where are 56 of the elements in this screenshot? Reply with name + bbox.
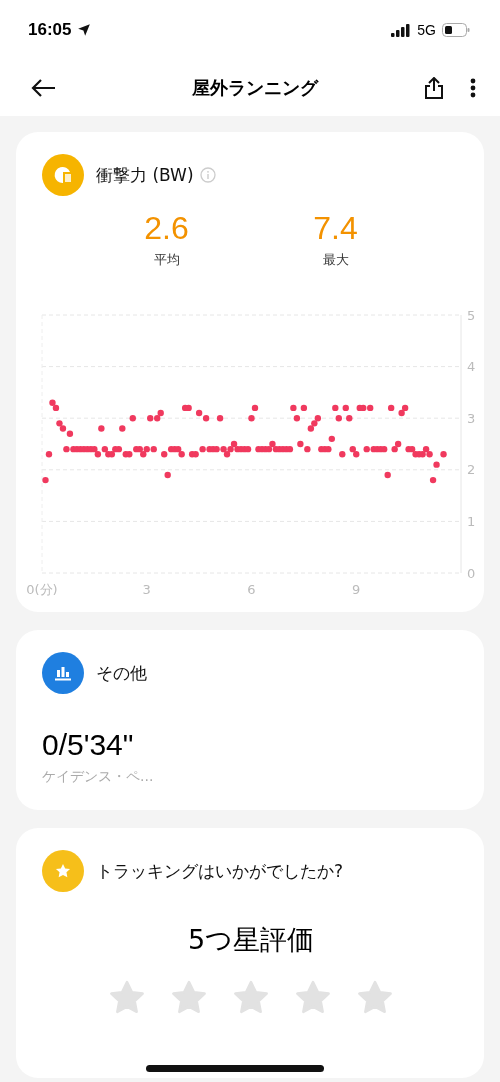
stat-value: 2.6 [144, 210, 189, 247]
data-point [290, 404, 297, 412]
card-title: その他 [96, 661, 147, 685]
network-label: 5G [417, 22, 436, 38]
stat-label: 最大 [322, 251, 349, 269]
y-axis-label: 5 [467, 307, 476, 323]
y-axis-label: 3 [467, 410, 476, 426]
stat-label: 平均 [153, 251, 180, 269]
x-axis-label: 9 [352, 582, 361, 597]
card-title: 衝撃力 (BW) [96, 163, 194, 187]
signal-icon [391, 23, 412, 37]
status-time: 16:05 [28, 20, 72, 40]
x-axis-label: 0(分) [26, 582, 58, 597]
y-axis-label: 1 [467, 513, 476, 529]
data-point [248, 415, 255, 422]
data-point [429, 476, 437, 484]
data-point [335, 415, 342, 422]
stat-value: 7.4 [313, 210, 358, 247]
metric-value: 0/5'34" [42, 728, 135, 762]
data-point [384, 471, 391, 479]
data-point [339, 451, 346, 458]
metric-label: ケイデンス・ペ... [42, 768, 154, 786]
impact-icon [42, 154, 84, 196]
data-point [129, 415, 136, 422]
y-axis-label: 4 [467, 359, 476, 375]
data-point [440, 451, 447, 458]
data-point [164, 471, 171, 479]
data-point [332, 404, 339, 412]
data-point [293, 415, 301, 422]
battery-icon [442, 23, 470, 37]
data-point [387, 404, 395, 412]
data-point [119, 425, 126, 432]
data-point [98, 425, 105, 432]
page-title: 屋外ランニング [191, 76, 320, 100]
y-axis-label: 0 [467, 565, 476, 581]
location-arrow-icon [77, 23, 92, 37]
info-icon[interactable] [199, 167, 216, 183]
y-axis-label: 2 [467, 462, 476, 478]
data-point [45, 451, 53, 458]
data-point [342, 404, 349, 412]
rating-heading: 5つ星評価 [186, 923, 316, 957]
data-point [42, 476, 49, 484]
card-title: トラッキングはいかがでしたか? [96, 859, 344, 883]
data-point [216, 415, 224, 422]
data-point [328, 435, 335, 443]
share-icon[interactable] [424, 77, 444, 99]
x-axis-label: 6 [247, 582, 256, 597]
data-point [433, 461, 440, 468]
data-point [346, 415, 353, 422]
star-badge-icon [42, 850, 84, 892]
data-point [300, 404, 308, 412]
x-axis-label: 3 [142, 582, 151, 597]
bar-chart-icon [42, 652, 84, 694]
data-point [251, 404, 259, 412]
back-arrow-icon[interactable] [30, 78, 56, 98]
more-icon[interactable] [470, 78, 476, 98]
